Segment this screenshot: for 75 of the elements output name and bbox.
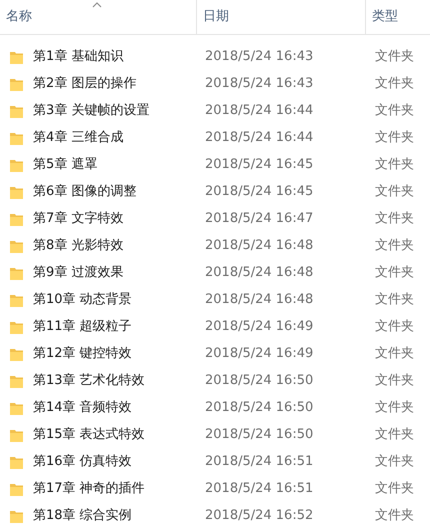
date-cell-text: 2018/5/24 16:48 <box>204 236 314 255</box>
type-cell-text: 文件夹 <box>374 128 414 147</box>
folder-name[interactable]: 第15章 表达式特效 <box>33 424 145 444</box>
folder-icon <box>10 130 23 144</box>
date-cell-text: 2018/5/24 16:51 <box>204 480 314 498</box>
column-header[interactable]: 类型 <box>372 7 398 27</box>
folder-name[interactable]: 第9章 过渡效果 <box>33 262 124 282</box>
folder-icon <box>10 374 23 388</box>
folder-name[interactable]: 第4章 三维合成 <box>33 128 124 148</box>
date-cell-text: 2018/5/24 16:45 <box>204 156 314 174</box>
date-cell-text: 2018/5/24 16:50 <box>204 398 314 417</box>
type-cell-text: 文件夹 <box>374 48 414 66</box>
type-cell-text: 文件夹 <box>374 398 414 417</box>
type-cell-text: 文件夹 <box>374 156 414 174</box>
folder-icon <box>10 292 23 306</box>
date-cell-text: 2018/5/24 16:52 <box>204 506 314 525</box>
folder-name[interactable]: 第1章 基础知识 <box>33 46 124 66</box>
folder-icon <box>10 158 23 172</box>
folder-name[interactable]: 第17章 神奇的插件 <box>33 478 145 498</box>
type-cell-text: 文件夹 <box>374 210 414 228</box>
folder-icon <box>10 346 23 360</box>
date-cell-text: 2018/5/24 16:47 <box>204 210 314 228</box>
date-cell-text: 2018/5/24 16:50 <box>204 426 314 444</box>
folder-name[interactable]: 第5章 遮罩 <box>33 154 98 174</box>
folder-name[interactable]: 第2章 图层的操作 <box>33 74 136 94</box>
type-cell-text: 文件夹 <box>374 182 414 201</box>
folder-icon <box>10 454 23 468</box>
folder-name[interactable]: 第11章 超级粒子 <box>33 316 132 336</box>
folder-icon <box>10 50 23 64</box>
column-header[interactable]: 日期 <box>203 7 229 27</box>
type-cell-text: 文件夹 <box>374 290 414 309</box>
folder-name[interactable]: 第10章 动态背景 <box>33 290 132 310</box>
date-cell-text: 2018/5/24 16:49 <box>204 344 314 363</box>
date-cell-text: 2018/5/24 16:50 <box>204 372 314 390</box>
folder-name[interactable]: 第12章 键控特效 <box>33 344 132 364</box>
date-cell-text: 2018/5/24 16:48 <box>204 264 314 282</box>
column-header[interactable]: 名称 <box>6 7 32 27</box>
folder-icon <box>10 76 23 90</box>
folder-name[interactable]: 第6章 图像的调整 <box>33 182 136 202</box>
type-cell-text: 文件夹 <box>374 74 414 93</box>
folder-icon <box>10 428 23 442</box>
folder-name[interactable]: 第3章 关键帧的设置 <box>33 100 150 120</box>
type-cell-text: 文件夹 <box>374 318 414 336</box>
type-cell-text: 文件夹 <box>374 344 414 363</box>
type-cell-text: 文件夹 <box>374 236 414 255</box>
folder-icon <box>10 508 23 522</box>
type-cell-text: 文件夹 <box>374 264 414 282</box>
date-cell-text: 2018/5/24 16:51 <box>204 452 314 471</box>
date-cell-text: 2018/5/24 16:43 <box>204 74 314 93</box>
folder-name[interactable]: 第8章 光影特效 <box>33 236 124 256</box>
type-cell-text: 文件夹 <box>374 506 414 525</box>
folder-icon <box>10 320 23 334</box>
folder-icon <box>10 482 23 496</box>
date-cell-text: 2018/5/24 16:43 <box>204 48 314 66</box>
folder-icon <box>10 266 23 280</box>
type-cell-text: 文件夹 <box>374 480 414 498</box>
date-cell-text: 2018/5/24 16:44 <box>204 102 314 120</box>
folder-icon <box>10 184 23 198</box>
date-cell-text: 2018/5/24 16:48 <box>204 290 314 309</box>
date-cell-text: 2018/5/24 16:49 <box>204 318 314 336</box>
folder-icon <box>10 238 23 252</box>
folder-icon <box>10 212 23 226</box>
folder-name[interactable]: 第7章 文字特效 <box>33 208 124 228</box>
type-cell-text: 文件夹 <box>374 452 414 471</box>
folder-name[interactable]: 第18章 综合实例 <box>33 506 132 526</box>
type-cell-text: 文件夹 <box>374 372 414 390</box>
folder-icon <box>10 104 23 118</box>
type-cell-text: 文件夹 <box>374 102 414 120</box>
date-cell-text: 2018/5/24 16:44 <box>204 128 314 147</box>
date-cell-text: 2018/5/24 16:45 <box>204 182 314 201</box>
folder-name[interactable]: 第14章 音频特效 <box>33 398 132 418</box>
folder-name[interactable]: 第13章 艺术化特效 <box>33 370 145 390</box>
folder-name[interactable]: 第16章 仿真特效 <box>33 452 132 472</box>
type-cell-text: 文件夹 <box>374 426 414 444</box>
folder-icon <box>10 400 23 414</box>
